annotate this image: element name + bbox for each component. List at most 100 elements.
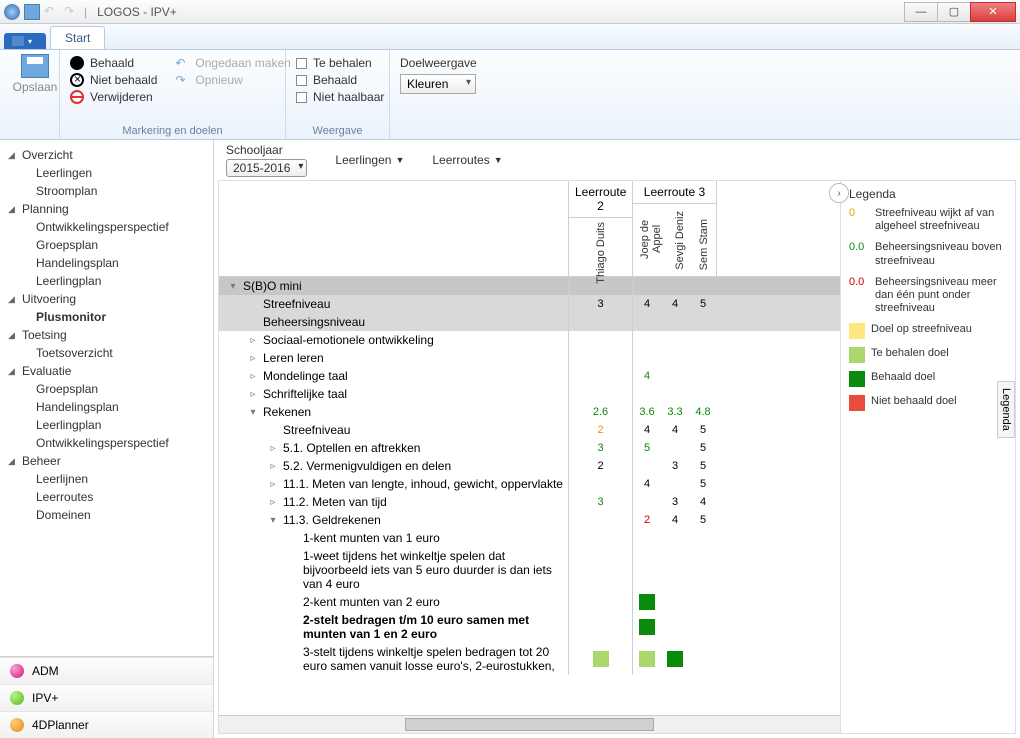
mark-verwijderen[interactable]: Verwijderen — [70, 90, 157, 104]
goal-block — [593, 651, 609, 667]
bottom-nav-item[interactable]: IPV+ — [0, 684, 213, 711]
expand-icon[interactable]: ▾ — [247, 407, 259, 418]
row-label[interactable]: ▹11.1. Meten van lengte, inhoud, gewicht… — [219, 475, 569, 493]
cell: 3.3 — [661, 406, 689, 418]
row-label[interactable]: ▹Sociaal-emotionele ontwikkeling — [219, 331, 569, 349]
leerroutes-dropdown[interactable]: Leerroutes▼ — [432, 153, 502, 167]
maximize-button[interactable]: ▢ — [937, 2, 971, 22]
expand-icon[interactable]: ▹ — [267, 497, 279, 508]
nav-item[interactable]: Leerlingplan — [0, 416, 213, 434]
tab-start[interactable]: Start — [50, 26, 105, 49]
chk-behaald[interactable]: Behaald — [296, 73, 379, 87]
cell: 3.6 — [633, 406, 661, 418]
expand-icon[interactable]: ▾ — [267, 515, 279, 526]
row-label[interactable]: 1-weet tijdens het winkeltje spelen dat … — [219, 547, 569, 593]
undo-icon: ↶ — [175, 56, 189, 70]
mark-niet-behaald[interactable]: Niet behaald — [70, 73, 157, 87]
row-label[interactable]: 1-kent munten van 1 euro — [219, 529, 569, 547]
expand-icon[interactable]: ▹ — [247, 389, 259, 400]
row-label[interactable]: ▹Mondelinge taal — [219, 367, 569, 385]
bottom-nav-item[interactable]: ADM — [0, 657, 213, 684]
chk-te-behalen[interactable]: Te behalen — [296, 56, 379, 70]
file-menu-button[interactable]: ▾ — [4, 33, 46, 49]
window-title: LOGOS - IPV+ — [97, 5, 177, 19]
bottom-nav-item[interactable]: 4DPlanner — [0, 711, 213, 738]
row-label[interactable]: ▾11.3. Geldrekenen — [219, 511, 569, 529]
grid-row: 2-stelt bedragen t/m 10 euro samen met m… — [219, 611, 840, 643]
row-label[interactable]: ▹11.2. Meten van tijd — [219, 493, 569, 511]
horizontal-scrollbar[interactable] — [219, 715, 840, 733]
redo-icon: ↷ — [175, 73, 189, 87]
grid-row: ▹Sociaal-emotionele ontwikkeling — [219, 331, 840, 349]
nav-item[interactable]: Ontwikkelingsperspectief — [0, 218, 213, 236]
expand-icon[interactable]: ▹ — [247, 335, 259, 346]
minimize-button[interactable]: — — [904, 2, 938, 22]
cell: 2 — [633, 514, 661, 526]
nav-group[interactable]: ◢Planning — [0, 200, 213, 218]
chk-niet-haalbaar[interactable]: Niet haalbaar — [296, 90, 379, 104]
expand-icon[interactable]: ▹ — [247, 353, 259, 364]
bottom-nav: ADMIPV+4DPlanner — [0, 656, 213, 738]
row-label[interactable]: ▾Rekenen — [219, 403, 569, 421]
redo-icon[interactable]: ↷ — [64, 4, 80, 20]
nav-item[interactable]: Leerlijnen — [0, 470, 213, 488]
row-label[interactable]: ▹Schriftelijke taal — [219, 385, 569, 403]
nav-item[interactable]: Groepsplan — [0, 236, 213, 254]
schooljaar-select[interactable]: 2015-2016 — [226, 159, 307, 177]
save-icon[interactable] — [24, 4, 40, 20]
doelweergave-select[interactable]: Kleuren — [400, 74, 476, 94]
nav-item[interactable]: Groepsplan — [0, 380, 213, 398]
undo-icon[interactable]: ↶ — [44, 4, 60, 20]
goal-block — [667, 651, 683, 667]
student-header: Sem Stam — [696, 215, 712, 274]
chevron-down-icon: ▼ — [494, 155, 503, 165]
expand-icon[interactable]: ▹ — [267, 461, 279, 472]
circle-filled-icon — [70, 56, 84, 70]
nav-item[interactable]: Leerlingplan — [0, 272, 213, 290]
expand-icon[interactable]: ▹ — [247, 371, 259, 382]
row-label[interactable]: 2-kent munten van 2 euro — [219, 593, 569, 611]
nav-item[interactable]: Leerlingen — [0, 164, 213, 182]
cell — [569, 611, 633, 643]
grid-row: ▹5.1. Optellen en aftrekken355 — [219, 439, 840, 457]
row-label[interactable]: ▹Leren leren — [219, 349, 569, 367]
grid-row: 2-kent munten van 2 euro — [219, 593, 840, 611]
nav-item[interactable]: Domeinen — [0, 506, 213, 524]
cell: 4 — [633, 370, 661, 382]
close-button[interactable]: ✕ — [970, 2, 1016, 22]
row-label[interactable]: ▹5.1. Optellen en aftrekken — [219, 439, 569, 457]
mark-behaald[interactable]: Behaald — [70, 56, 157, 70]
nav-item[interactable]: Plusmonitor — [0, 308, 213, 326]
nav-item[interactable]: Handelingsplan — [0, 254, 213, 272]
legend-tab[interactable]: Legenda — [997, 381, 1015, 438]
row-label[interactable]: 3-stelt tijdens winkeltje spelen bedrage… — [219, 643, 569, 675]
nav-group[interactable]: ◢Beheer — [0, 452, 213, 470]
nav-group[interactable]: ◢Overzicht — [0, 146, 213, 164]
row-label[interactable]: ▾S(B)O mini — [219, 277, 569, 295]
legend-collapse-button[interactable]: › — [829, 183, 849, 203]
nav-item[interactable]: Stroomplan — [0, 182, 213, 200]
leerlingen-dropdown[interactable]: Leerlingen▼ — [335, 153, 404, 167]
expand-icon[interactable]: ▾ — [227, 281, 239, 292]
row-label[interactable]: 2-stelt bedragen t/m 10 euro samen met m… — [219, 611, 569, 643]
grid-body[interactable]: ▾S(B)O miniStreefniveau3445Beheersingsni… — [219, 277, 840, 715]
row-label[interactable]: ▹5.2. Vermenigvuldigen en delen — [219, 457, 569, 475]
nav-group[interactable]: ◢Uitvoering — [0, 290, 213, 308]
nav-group[interactable]: ◢Toetsing — [0, 326, 213, 344]
nav-item[interactable]: Ontwikkelingsperspectief — [0, 434, 213, 452]
redo-button[interactable]: ↷Opnieuw — [175, 73, 290, 87]
nav-group[interactable]: ◢Evaluatie — [0, 362, 213, 380]
row-label[interactable]: Streefniveau — [219, 295, 569, 313]
expand-icon[interactable]: ▹ — [267, 479, 279, 490]
expand-icon[interactable]: ▹ — [267, 443, 279, 454]
cell: 5 — [689, 460, 717, 472]
legend-panel: › Legenda 0Streefniveau wijkt af van alg… — [840, 181, 1015, 733]
nav-item[interactable]: Leerroutes — [0, 488, 213, 506]
nav-item[interactable]: Handelingsplan — [0, 398, 213, 416]
save-button[interactable]: Opslaan — [10, 54, 60, 94]
row-label[interactable]: Streefniveau — [219, 421, 569, 439]
row-label[interactable]: Beheersingsniveau — [219, 313, 569, 331]
undo-button[interactable]: ↶Ongedaan maken — [175, 56, 290, 70]
app-icon — [4, 4, 20, 20]
nav-item[interactable]: Toetsoverzicht — [0, 344, 213, 362]
